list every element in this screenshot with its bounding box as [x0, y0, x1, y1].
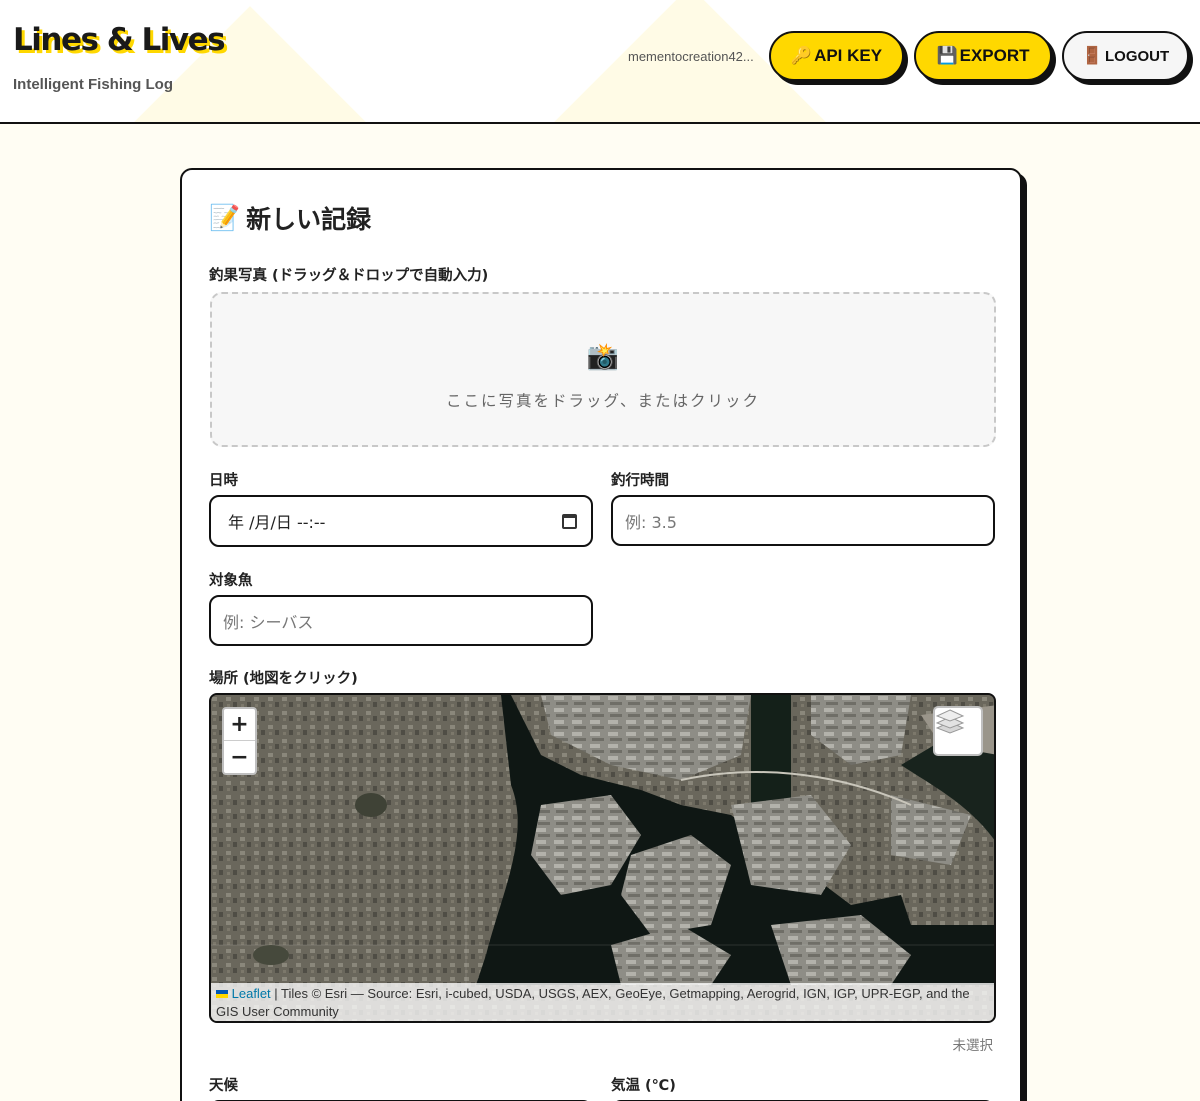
- species-label: 対象魚: [209, 573, 253, 589]
- calendar-icon[interactable]: [562, 513, 577, 529]
- location-map[interactable]: + − Leaflet | Tiles © Esri — Source: Esr…: [209, 693, 996, 1023]
- card-title: 📝 新しい記録: [209, 200, 371, 236]
- weather-label: 天候: [209, 1078, 238, 1094]
- ukraine-flag-icon: [216, 990, 228, 998]
- app-header: Lines & Lives Intelligent Fishing Log me…: [0, 0, 1200, 124]
- duration-label: 釣行時間: [611, 473, 669, 489]
- new-record-card: 📝 新しい記録 釣果写真 (ドラッグ＆ドロップで自動入力) 📸 ここに写真をドラ…: [180, 168, 1022, 1101]
- dropzone-text: ここに写真をドラッグ、またはクリック: [446, 392, 760, 410]
- duration-placeholder: 例: 3.5: [625, 512, 677, 532]
- temperature-label: 気温 (℃): [611, 1078, 676, 1094]
- card-title-text: 新しい記録: [246, 205, 372, 234]
- location-status: 未選択: [952, 1038, 994, 1054]
- key-icon: 🔑: [790, 46, 813, 65]
- app-tagline: Intelligent Fishing Log: [13, 76, 173, 93]
- photo-dropzone[interactable]: 📸 ここに写真をドラッグ、またはクリック: [210, 292, 996, 447]
- floppy-disk-icon: 💾: [936, 46, 958, 65]
- species-input[interactable]: 例: シーバス: [209, 595, 593, 646]
- layers-icon: [935, 709, 965, 734]
- door-icon: 🚪: [1081, 46, 1103, 65]
- export-label: EXPORT: [959, 46, 1030, 65]
- duration-input[interactable]: 例: 3.5: [611, 495, 995, 546]
- attribution-text: | Tiles © Esri — Source: Esri, i-cubed, …: [216, 986, 970, 1019]
- api-key-label: API KEY: [814, 46, 883, 65]
- logout-label: LOGOUT: [1105, 47, 1170, 65]
- location-label: 場所 (地図をクリック): [209, 671, 358, 687]
- zoom-out-button[interactable]: −: [224, 741, 255, 773]
- satellite-imagery[interactable]: [211, 695, 996, 1023]
- datetime-label: 日時: [209, 473, 238, 489]
- zoom-in-button[interactable]: +: [224, 709, 255, 741]
- datetime-input[interactable]: 年 /月/日 --:--: [209, 495, 593, 547]
- app-logo[interactable]: Lines & Lives: [13, 22, 226, 58]
- photo-label: 釣果写真 (ドラッグ＆ドロップで自動入力): [209, 268, 489, 284]
- datetime-value: 年 /月/日 --:--: [228, 513, 326, 532]
- map-attribution: Leaflet | Tiles © Esri — Source: Esri, i…: [211, 983, 994, 1021]
- zoom-control: + −: [222, 707, 257, 775]
- logout-button[interactable]: 🚪 LOGOUT: [1062, 31, 1189, 81]
- export-button[interactable]: 💾 EXPORT: [914, 31, 1052, 81]
- leaflet-link[interactable]: Leaflet: [232, 986, 271, 1001]
- api-key-button[interactable]: 🔑 API KEY: [769, 31, 904, 81]
- user-email: mementocreation42...: [628, 49, 754, 64]
- layers-button[interactable]: [933, 706, 983, 756]
- species-placeholder: 例: シーバス: [223, 612, 314, 632]
- camera-icon: 📸: [586, 342, 620, 372]
- memo-icon: 📝: [209, 203, 241, 232]
